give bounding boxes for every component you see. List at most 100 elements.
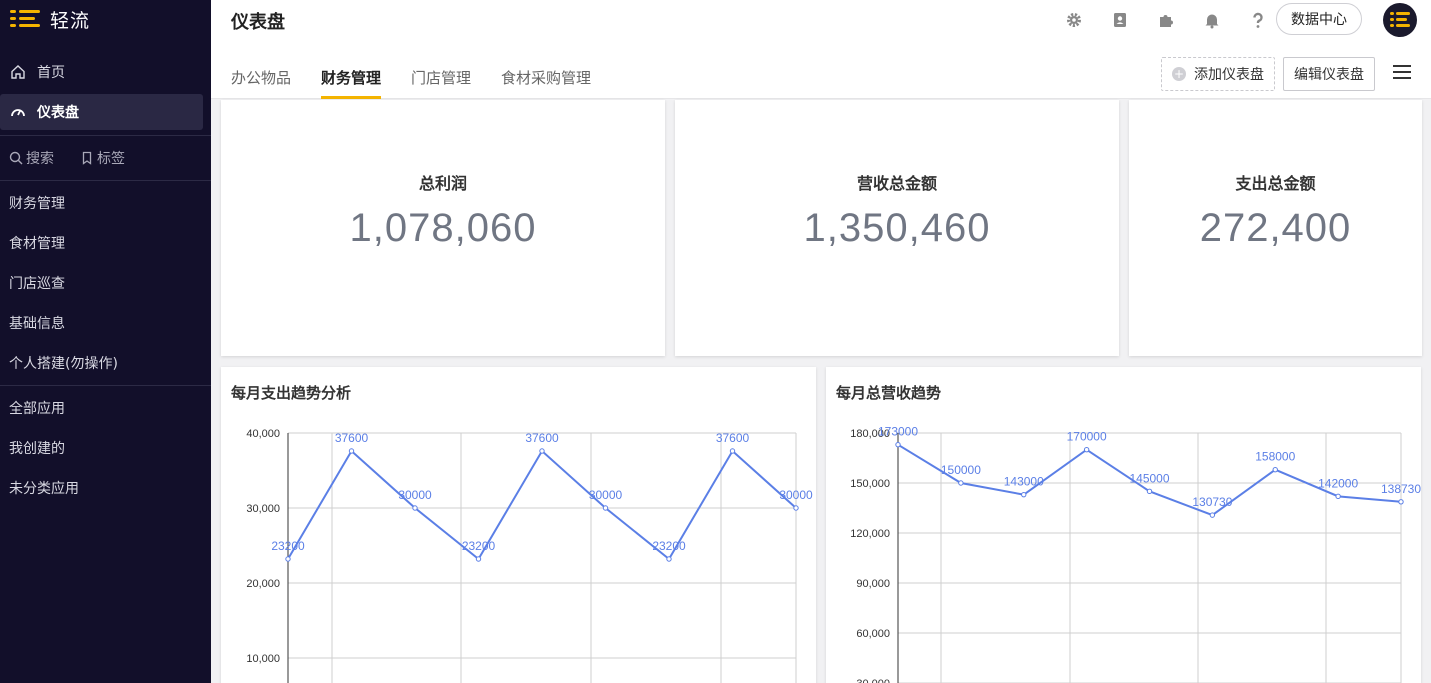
search-icon [9,151,23,165]
data-label: 23200 [462,539,496,553]
tab-finance[interactable]: 财务管理 [321,55,382,99]
data-label: 23200 [652,539,686,553]
sidebar-item-home[interactable]: 首页 [0,54,211,90]
sidebar-my-apps[interactable]: 我创建的 [0,428,211,468]
add-dashboard-label: 添加仪表盘 [1194,67,1264,83]
sidebar-item-dashboard[interactable]: 仪表盘 [0,94,203,130]
tab-ingredient-purchase[interactable]: 食材采购管理 [501,55,591,99]
stat-value: 1,350,460 [803,206,991,250]
bookmark-icon [82,151,92,165]
data-point [666,556,672,562]
chart-card-monthly-expense[interactable]: 每月支出趋势分析 40,000 30,000 20,000 10,000 23200 37… [221,367,816,683]
sidebar-group-ingredients[interactable]: 食材管理 [0,223,211,263]
data-point [1209,512,1216,518]
dashboard-icon [9,103,27,121]
data-point [729,448,736,454]
gear-icon[interactable] [1051,8,1097,32]
y-tick-label: 120,000 [850,528,890,540]
sidebar: 轻流 首页 仪表盘 搜索 标签 财务管理 食材管理 门店巡查 基础信息 个人搭建… [0,0,211,683]
puzzle-icon[interactable] [1143,8,1189,32]
stat-card-total-profit[interactable]: 总利润 1,078,060 [221,100,665,356]
data-point [958,480,964,486]
bell-icon[interactable] [1189,8,1235,32]
plus-icon: + [1172,67,1186,81]
y-tick-label: 60,000 [856,628,890,640]
data-point [1021,491,1027,498]
brand-name: 轻流 [50,9,91,32]
data-label: 23200 [271,539,305,553]
stat-title: 支出总金额 [1235,174,1316,193]
header: 仪表盘 数据中心 办公物品 财务管理 门店管理 食材采购管理 + 添加仪表盘 编… [211,0,1431,99]
contacts-icon[interactable] [1097,8,1143,32]
data-label: 170000 [1067,430,1107,444]
search-tag-row: 搜索 标签 [0,136,211,180]
expense-line-chart: 40,000 30,000 20,000 10,000 23200 37600 30000 2… [246,428,813,683]
series-line [287,449,797,561]
search-link[interactable]: 搜索 [9,148,54,168]
sidebar-group-store-inspection[interactable]: 门店巡查 [0,263,211,303]
stat-title: 总利润 [418,174,467,193]
avatar[interactable] [1383,3,1417,37]
tab-office-supplies[interactable]: 办公物品 [231,55,291,99]
data-point [895,441,901,448]
search-label: 搜索 [26,151,54,167]
sidebar-group-basic-info[interactable]: 基础信息 [0,303,211,343]
qingliu-logo-icon [10,8,40,30]
data-label: 173000 [878,425,918,439]
data-point [1398,499,1404,505]
sidebar-group-personal[interactable]: 个人搭建(勿操作) [0,343,211,383]
data-point [412,505,418,511]
y-tick-label: 20,000 [246,578,280,590]
sidebar-item-label: 首页 [37,65,65,81]
chart-card-monthly-revenue[interactable]: 每月总营收趋势 180,000 150,000 120,000 90,000 60,00… [826,367,1421,683]
data-label: 37600 [716,431,750,445]
y-tick-label: 40,000 [246,428,280,440]
stat-card-total-expense[interactable]: 支出总金额 272,400 [1129,100,1422,356]
stat-card-total-revenue[interactable]: 营收总金额 1,350,460 [675,100,1119,356]
data-label: 37600 [525,431,559,445]
brand[interactable]: 轻流 [0,0,211,38]
revenue-line-chart: 180,000150,000120,00090,00060,00030,0001… [850,425,1421,683]
stat-value: 272,400 [1199,206,1352,250]
menu-icon[interactable] [1393,64,1411,80]
dashboard-tabs: 办公物品 财务管理 门店管理 食材采购管理 [231,55,621,99]
tab-store-management[interactable]: 门店管理 [411,55,471,99]
add-dashboard-button[interactable]: + 添加仪表盘 [1161,57,1275,91]
y-tick-label: 150,000 [850,478,890,490]
data-point [285,556,291,562]
data-label: 30000 [779,488,813,502]
data-point [1335,493,1341,500]
data-label: 158000 [1255,450,1295,464]
stat-value: 1,078,060 [349,206,537,250]
y-tick-label: 30,000 [856,678,890,683]
data-label: 30000 [589,488,623,502]
help-icon[interactable] [1235,8,1281,32]
data-label: 150000 [941,463,981,477]
data-label: 138730 [1381,482,1421,496]
sidebar-item-label: 仪表盘 [37,105,79,121]
data-point [1146,488,1153,495]
data-label: 30000 [398,488,432,502]
home-icon [9,63,27,81]
data-point [539,448,545,454]
y-tick-label: 30,000 [246,503,280,515]
y-tick-label: 10,000 [246,653,280,665]
data-label: 37600 [335,431,369,445]
data-point [475,556,482,562]
data-point [348,448,355,454]
header-icons [1051,8,1281,32]
y-tick-label: 90,000 [856,578,890,590]
data-point [1272,466,1278,473]
data-point [602,505,609,511]
tag-link[interactable]: 标签 [80,148,125,168]
edit-dashboard-button[interactable]: 编辑仪表盘 [1283,57,1375,91]
sidebar-group-finance[interactable]: 财务管理 [0,183,211,223]
sidebar-uncategorized-apps[interactable]: 未分类应用 [0,468,211,508]
data-label: 142000 [1318,476,1358,490]
stat-title: 营收总金额 [856,174,937,193]
sidebar-all-apps[interactable]: 全部应用 [0,388,211,428]
data-label: 130730 [1192,495,1232,509]
data-label: 143000 [1004,475,1044,489]
data-point [1083,446,1090,453]
data-center-button[interactable]: 数据中心 [1276,3,1362,35]
